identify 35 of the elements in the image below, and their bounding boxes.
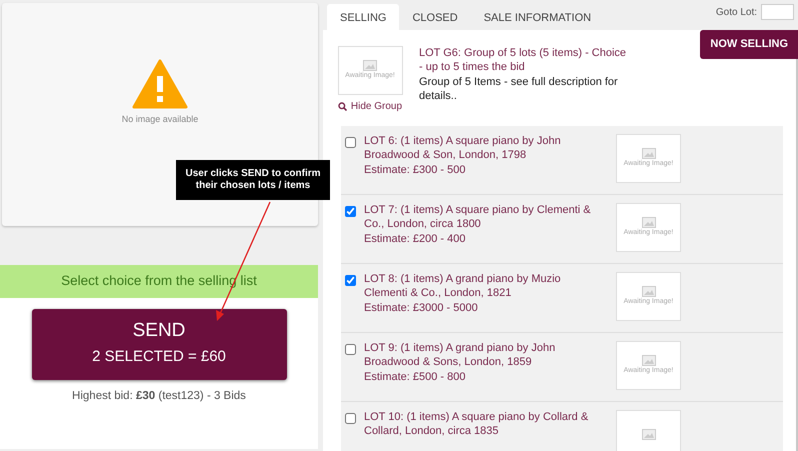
image-icon	[642, 286, 656, 297]
hide-group-link[interactable]: Hide Group	[338, 99, 402, 114]
send-button[interactable]: SEND 2 SELECTED = £60	[32, 309, 286, 380]
lot-title: LOT 10: (1 items) A square piano by Collard & Collard, London, circa 1835	[364, 410, 590, 439]
lot-estimate: Estimate: £3000 - 5000	[364, 300, 479, 315]
lot-title: LOT 8: (1 items) A grand piano by Muzio Clementi & Co., London, 1821	[364, 272, 562, 301]
now-selling-button[interactable]: NOW SELLING	[700, 30, 798, 58]
lot-estimate: Estimate: £500 - 800	[364, 370, 467, 384]
lot-title: LOT 6: (1 items) A square piano by John Broadwood & Son, London, 1798	[364, 134, 562, 163]
lot-estimate: Estimate: £200 - 400	[364, 232, 467, 246]
image-icon	[642, 429, 656, 440]
annotation-callout: User clicks SEND to confirm their chosen lots / items	[176, 160, 330, 200]
image-icon	[642, 354, 656, 366]
lot-checkbox[interactable]	[345, 206, 356, 217]
image-icon	[642, 148, 656, 159]
tab[interactable]: SALE INFORMATION	[470, 4, 604, 32]
lot-title: LOT 7: (1 items) A square piano by Clementi & Co., London, circa 1800	[364, 203, 592, 232]
no-image-caption: No image available	[122, 113, 198, 126]
group-description: Group of 5 Items - see full description for details..	[419, 74, 619, 104]
lot-estimate: Estimate: £300 - 500	[364, 162, 467, 177]
lot-checkbox[interactable]	[345, 344, 356, 355]
image-icon	[642, 216, 656, 228]
lot-checkbox[interactable]	[345, 275, 356, 286]
lot-title: LOT 9: (1 items) A grand piano by John Broadwood & Sons, London, 1859	[364, 341, 556, 370]
goto-lot-label: Goto Lot:	[716, 6, 757, 20]
lot-checkbox[interactable]	[345, 413, 356, 424]
goto-lot-field[interactable]	[761, 4, 794, 20]
group-title: LOT G6: Group of 5 lots (5 items) - Choice - up to 5 times the bid	[419, 46, 628, 75]
highest-bid-text: Highest bid: £30 (test123) - 3 Bids	[72, 390, 246, 402]
search-icon	[338, 102, 347, 111]
image-icon	[363, 60, 377, 71]
warning-icon	[132, 59, 188, 109]
tab[interactable]: CLOSED	[399, 4, 471, 32]
tab[interactable]: SELLING	[327, 4, 400, 32]
lot-checkbox[interactable]	[345, 137, 356, 148]
